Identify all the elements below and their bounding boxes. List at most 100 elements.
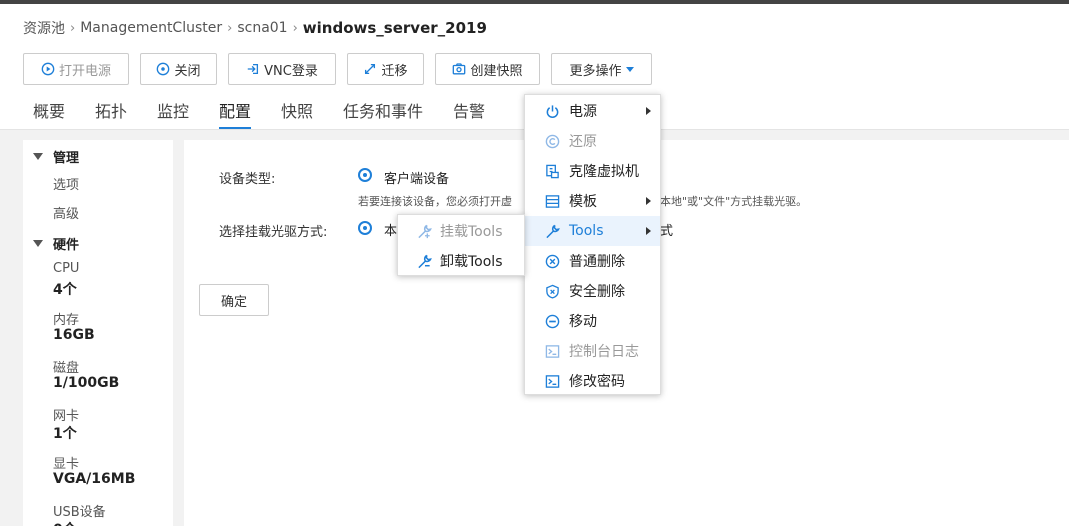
sidebar-item-memory[interactable]: 内存: [53, 309, 79, 328]
sidebar-group-manage-label: 管理: [53, 151, 80, 166]
submenu-arrow-icon: [646, 107, 651, 115]
secure-delete-icon: [544, 283, 560, 299]
create-snapshot-button[interactable]: 创建快照: [435, 53, 540, 85]
migrate-label: 迁移: [381, 63, 408, 79]
power-on-label: 打开电源: [58, 63, 111, 79]
sidebar-item-usb[interactable]: USB设备: [53, 501, 106, 520]
sidebar-item-options[interactable]: 选项: [53, 174, 79, 193]
power-on-button[interactable]: 打开电源: [23, 53, 129, 85]
shutdown-button[interactable]: 关闭: [140, 53, 217, 85]
menu-item-restore[interactable]: 还原: [525, 126, 660, 156]
mount-method-radio[interactable]: [358, 221, 372, 235]
mount-method-value-left: 本: [384, 224, 398, 239]
sidebar-item-cpu[interactable]: CPU: [53, 261, 79, 276]
play-circle-icon: [41, 62, 55, 76]
menu-item-move-label: 移动: [569, 314, 597, 330]
menu-item-move[interactable]: 移动: [525, 306, 660, 336]
device-hint-right: 本地"或"文件"方式挂载光驱。: [660, 195, 808, 208]
sidebar-value-nic: 1个: [53, 426, 77, 442]
submenu-item-unmount-tools-label: 卸载Tools: [440, 254, 503, 270]
device-type-radio[interactable]: [358, 168, 372, 182]
console-icon: [544, 373, 560, 389]
device-type-value: 客户端设备: [384, 172, 450, 187]
migrate-button[interactable]: 迁移: [347, 53, 424, 85]
device-hint-left: 若要连接该设备，您必须打开虚: [358, 195, 512, 208]
menu-item-tools-label: Tools: [569, 223, 604, 239]
tab-topology[interactable]: 拓扑: [95, 98, 127, 129]
menu-item-secure-delete[interactable]: 安全删除: [525, 276, 660, 306]
tab-tasks-events[interactable]: 任务和事件: [343, 98, 423, 129]
delete-icon: [544, 253, 560, 269]
config-sidebar: 管理 选项 高级 硬件 CPU 4个 内存 16GB 磁盘 1/100GB 网卡…: [23, 140, 173, 526]
sidebar-item-advanced[interactable]: 高级: [53, 203, 79, 222]
expand-arrows-icon: [363, 62, 377, 76]
menu-item-restore-label: 还原: [569, 134, 597, 150]
template-icon: [544, 193, 560, 209]
menu-item-template-label: 模板: [569, 194, 597, 210]
wrench-icon: [544, 223, 560, 239]
collapse-triangle-icon: [33, 153, 43, 160]
mount-method-value-right: 式: [660, 224, 674, 239]
power-icon: [544, 103, 560, 119]
breadcrumb-item-host[interactable]: scna01: [237, 20, 287, 36]
menu-item-normal-delete-label: 普通删除: [569, 254, 625, 270]
sidebar-value-usb: 0个: [53, 519, 77, 526]
sidebar-value-display: VGA/16MB: [53, 471, 136, 487]
tab-configuration[interactable]: 配置: [219, 98, 252, 129]
tab-monitor[interactable]: 监控: [157, 98, 189, 129]
menu-item-clone-vm[interactable]: 克隆虚拟机: [525, 156, 660, 186]
create-snapshot-label: 创建快照: [470, 63, 523, 79]
sidebar-item-display[interactable]: 显卡: [53, 453, 79, 472]
menu-item-console-log[interactable]: 控制台日志: [525, 336, 660, 366]
menu-item-normal-delete[interactable]: 普通删除: [525, 246, 660, 276]
sidebar-item-nic[interactable]: 网卡: [53, 405, 79, 424]
sidebar-item-disk[interactable]: 磁盘: [53, 357, 79, 376]
menu-item-power-label: 电源: [569, 104, 597, 120]
sidebar-group-hardware-label: 硬件: [53, 238, 80, 253]
submenu-item-unmount-tools[interactable]: 卸载Tools: [398, 246, 524, 276]
menu-item-template[interactable]: 模板: [525, 186, 660, 216]
tab-snapshots[interactable]: 快照: [281, 98, 313, 129]
breadcrumb-separator: ›: [70, 20, 76, 36]
menu-item-change-password-label: 修改密码: [569, 374, 625, 390]
toolbar: 打开电源 关闭 VNC登录 迁移 创建快照 更多操作: [23, 53, 652, 85]
ok-button[interactable]: 确定: [199, 284, 269, 316]
unmount-tools-icon: [416, 253, 432, 269]
mount-tools-icon: [416, 223, 432, 239]
sidebar-value-memory: 16GB: [53, 327, 95, 343]
menu-item-change-password[interactable]: 修改密码: [525, 366, 660, 396]
mount-method-label: 选择挂载光驱方式:: [219, 225, 328, 240]
submenu-arrow-icon: [646, 197, 651, 205]
device-type-label: 设备类型:: [219, 172, 276, 187]
vnc-login-button[interactable]: VNC登录: [228, 53, 336, 85]
menu-item-console-log-label: 控制台日志: [569, 344, 639, 360]
submenu-item-mount-tools-label: 挂载Tools: [440, 224, 503, 240]
breadcrumb-separator: ›: [292, 20, 298, 36]
sidebar-value-cpu: 4个: [53, 282, 77, 298]
sidebar-group-hardware[interactable]: 硬件: [33, 234, 79, 253]
breadcrumb-item-cluster[interactable]: ManagementCluster: [80, 20, 222, 36]
menu-item-power[interactable]: 电源: [525, 96, 660, 126]
sidebar-group-manage[interactable]: 管理: [33, 147, 79, 166]
move-icon: [544, 313, 560, 329]
more-actions-button[interactable]: 更多操作: [551, 53, 652, 85]
restore-icon: [544, 133, 560, 149]
submenu-item-mount-tools[interactable]: 挂载Tools: [398, 216, 524, 246]
breadcrumb-item-pool[interactable]: 资源池: [23, 18, 65, 38]
more-actions-menu: 电源 还原 克隆虚拟机 模板 Tools 普通删除 安全删除 移动 控制台日志 …: [524, 94, 661, 395]
tools-submenu: 挂载Tools 卸载Tools: [397, 214, 525, 276]
more-actions-label: 更多操作: [569, 63, 622, 79]
breadcrumb-current: windows_server_2019: [302, 19, 487, 37]
sidebar-value-disk: 1/100GB: [53, 375, 120, 391]
shutdown-label: 关闭: [174, 63, 201, 79]
caret-down-icon: [625, 66, 634, 72]
menu-item-secure-delete-label: 安全删除: [569, 284, 625, 300]
menu-item-tools[interactable]: Tools: [525, 216, 660, 246]
top-border: [0, 0, 1069, 4]
breadcrumb: 资源池 › ManagementCluster › scna01 › windo…: [23, 18, 487, 38]
stop-circle-icon: [156, 62, 170, 76]
clone-icon: [544, 163, 560, 179]
tab-alarms[interactable]: 告警: [453, 98, 485, 129]
collapse-triangle-icon: [33, 240, 43, 247]
tab-summary[interactable]: 概要: [33, 98, 65, 129]
